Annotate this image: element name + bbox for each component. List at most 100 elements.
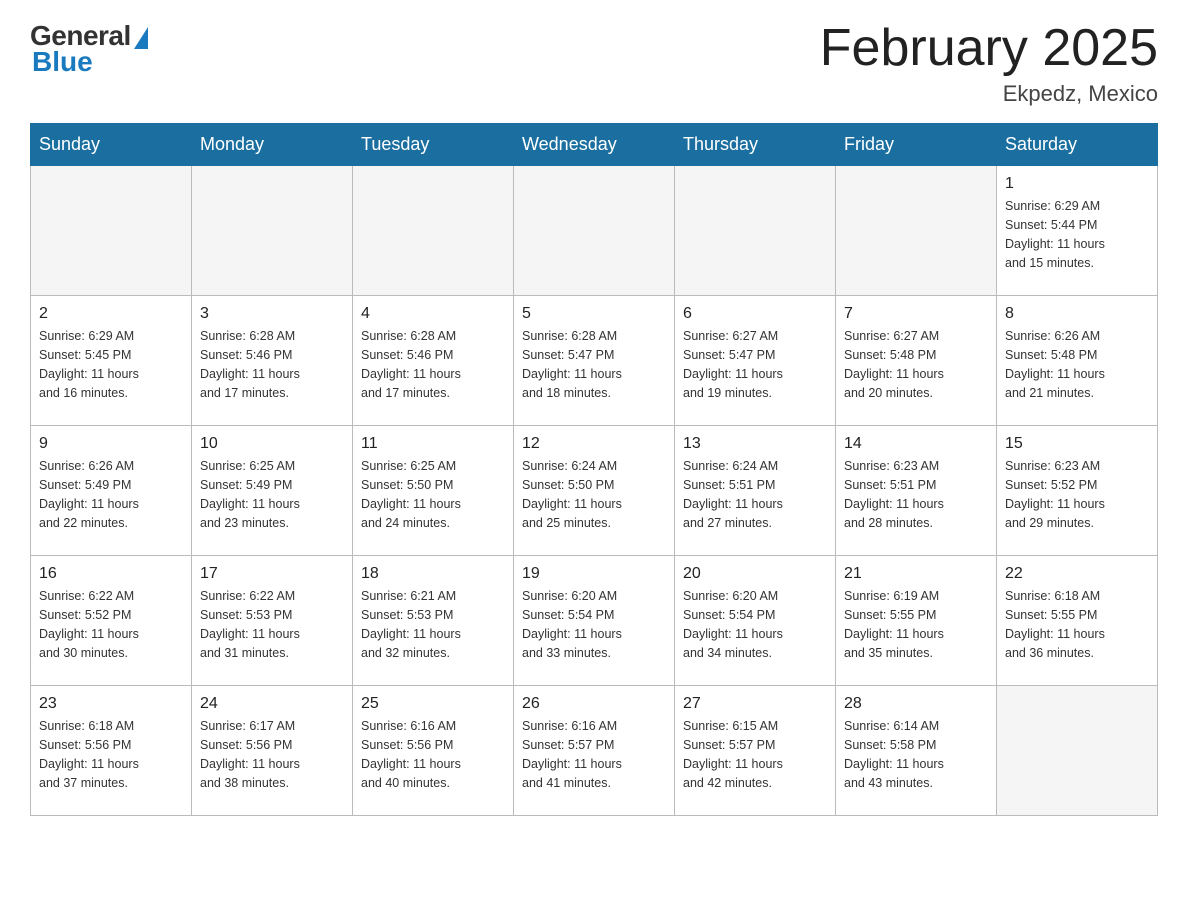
day-number: 24	[200, 692, 344, 715]
day-number: 6	[683, 302, 827, 325]
table-row: 25Sunrise: 6:16 AMSunset: 5:56 PMDayligh…	[353, 686, 514, 816]
page-header: General Blue February 2025 Ekpedz, Mexic…	[30, 20, 1158, 107]
table-row	[31, 166, 192, 296]
day-number: 25	[361, 692, 505, 715]
day-number: 18	[361, 562, 505, 585]
table-row: 6Sunrise: 6:27 AMSunset: 5:47 PMDaylight…	[675, 296, 836, 426]
logo-blue-text: Blue	[30, 46, 93, 78]
day-number: 15	[1005, 432, 1149, 455]
col-wednesday: Wednesday	[514, 124, 675, 166]
table-row: 11Sunrise: 6:25 AMSunset: 5:50 PMDayligh…	[353, 426, 514, 556]
table-row	[353, 166, 514, 296]
day-info: Sunrise: 6:25 AMSunset: 5:49 PMDaylight:…	[200, 457, 344, 532]
table-row: 3Sunrise: 6:28 AMSunset: 5:46 PMDaylight…	[192, 296, 353, 426]
day-number: 26	[522, 692, 666, 715]
day-info: Sunrise: 6:28 AMSunset: 5:47 PMDaylight:…	[522, 327, 666, 402]
day-info: Sunrise: 6:28 AMSunset: 5:46 PMDaylight:…	[200, 327, 344, 402]
day-info: Sunrise: 6:16 AMSunset: 5:56 PMDaylight:…	[361, 717, 505, 792]
day-info: Sunrise: 6:29 AMSunset: 5:45 PMDaylight:…	[39, 327, 183, 402]
day-number: 23	[39, 692, 183, 715]
day-info: Sunrise: 6:14 AMSunset: 5:58 PMDaylight:…	[844, 717, 988, 792]
table-row: 5Sunrise: 6:28 AMSunset: 5:47 PMDaylight…	[514, 296, 675, 426]
day-number: 20	[683, 562, 827, 585]
col-thursday: Thursday	[675, 124, 836, 166]
table-row: 2Sunrise: 6:29 AMSunset: 5:45 PMDaylight…	[31, 296, 192, 426]
table-row	[997, 686, 1158, 816]
day-info: Sunrise: 6:24 AMSunset: 5:50 PMDaylight:…	[522, 457, 666, 532]
logo: General Blue	[30, 20, 148, 78]
calendar-week-row: 16Sunrise: 6:22 AMSunset: 5:52 PMDayligh…	[31, 556, 1158, 686]
day-number: 8	[1005, 302, 1149, 325]
table-row: 4Sunrise: 6:28 AMSunset: 5:46 PMDaylight…	[353, 296, 514, 426]
table-row	[836, 166, 997, 296]
day-info: Sunrise: 6:19 AMSunset: 5:55 PMDaylight:…	[844, 587, 988, 662]
month-title: February 2025	[820, 20, 1158, 77]
day-info: Sunrise: 6:22 AMSunset: 5:52 PMDaylight:…	[39, 587, 183, 662]
table-row: 12Sunrise: 6:24 AMSunset: 5:50 PMDayligh…	[514, 426, 675, 556]
day-info: Sunrise: 6:16 AMSunset: 5:57 PMDaylight:…	[522, 717, 666, 792]
col-tuesday: Tuesday	[353, 124, 514, 166]
logo-triangle-icon	[134, 27, 148, 49]
day-info: Sunrise: 6:15 AMSunset: 5:57 PMDaylight:…	[683, 717, 827, 792]
table-row: 24Sunrise: 6:17 AMSunset: 5:56 PMDayligh…	[192, 686, 353, 816]
day-number: 1	[1005, 172, 1149, 195]
table-row: 22Sunrise: 6:18 AMSunset: 5:55 PMDayligh…	[997, 556, 1158, 686]
day-number: 13	[683, 432, 827, 455]
day-number: 2	[39, 302, 183, 325]
calendar-week-row: 1Sunrise: 6:29 AMSunset: 5:44 PMDaylight…	[31, 166, 1158, 296]
table-row: 27Sunrise: 6:15 AMSunset: 5:57 PMDayligh…	[675, 686, 836, 816]
calendar-table: Sunday Monday Tuesday Wednesday Thursday…	[30, 123, 1158, 816]
location-subtitle: Ekpedz, Mexico	[820, 81, 1158, 107]
day-info: Sunrise: 6:23 AMSunset: 5:52 PMDaylight:…	[1005, 457, 1149, 532]
day-number: 14	[844, 432, 988, 455]
day-info: Sunrise: 6:21 AMSunset: 5:53 PMDaylight:…	[361, 587, 505, 662]
day-info: Sunrise: 6:20 AMSunset: 5:54 PMDaylight:…	[683, 587, 827, 662]
day-number: 17	[200, 562, 344, 585]
table-row: 26Sunrise: 6:16 AMSunset: 5:57 PMDayligh…	[514, 686, 675, 816]
day-info: Sunrise: 6:18 AMSunset: 5:56 PMDaylight:…	[39, 717, 183, 792]
table-row: 20Sunrise: 6:20 AMSunset: 5:54 PMDayligh…	[675, 556, 836, 686]
day-number: 16	[39, 562, 183, 585]
day-info: Sunrise: 6:17 AMSunset: 5:56 PMDaylight:…	[200, 717, 344, 792]
table-row	[675, 166, 836, 296]
table-row	[192, 166, 353, 296]
table-row: 17Sunrise: 6:22 AMSunset: 5:53 PMDayligh…	[192, 556, 353, 686]
calendar-header-row: Sunday Monday Tuesday Wednesday Thursday…	[31, 124, 1158, 166]
table-row: 21Sunrise: 6:19 AMSunset: 5:55 PMDayligh…	[836, 556, 997, 686]
col-saturday: Saturday	[997, 124, 1158, 166]
table-row: 7Sunrise: 6:27 AMSunset: 5:48 PMDaylight…	[836, 296, 997, 426]
table-row: 14Sunrise: 6:23 AMSunset: 5:51 PMDayligh…	[836, 426, 997, 556]
col-monday: Monday	[192, 124, 353, 166]
day-info: Sunrise: 6:26 AMSunset: 5:48 PMDaylight:…	[1005, 327, 1149, 402]
table-row: 23Sunrise: 6:18 AMSunset: 5:56 PMDayligh…	[31, 686, 192, 816]
col-friday: Friday	[836, 124, 997, 166]
table-row: 8Sunrise: 6:26 AMSunset: 5:48 PMDaylight…	[997, 296, 1158, 426]
col-sunday: Sunday	[31, 124, 192, 166]
day-info: Sunrise: 6:22 AMSunset: 5:53 PMDaylight:…	[200, 587, 344, 662]
day-info: Sunrise: 6:26 AMSunset: 5:49 PMDaylight:…	[39, 457, 183, 532]
day-number: 28	[844, 692, 988, 715]
day-info: Sunrise: 6:23 AMSunset: 5:51 PMDaylight:…	[844, 457, 988, 532]
day-number: 11	[361, 432, 505, 455]
table-row: 10Sunrise: 6:25 AMSunset: 5:49 PMDayligh…	[192, 426, 353, 556]
day-number: 19	[522, 562, 666, 585]
day-number: 22	[1005, 562, 1149, 585]
table-row: 9Sunrise: 6:26 AMSunset: 5:49 PMDaylight…	[31, 426, 192, 556]
day-info: Sunrise: 6:27 AMSunset: 5:48 PMDaylight:…	[844, 327, 988, 402]
day-number: 9	[39, 432, 183, 455]
day-number: 7	[844, 302, 988, 325]
table-row: 13Sunrise: 6:24 AMSunset: 5:51 PMDayligh…	[675, 426, 836, 556]
table-row: 19Sunrise: 6:20 AMSunset: 5:54 PMDayligh…	[514, 556, 675, 686]
table-row: 16Sunrise: 6:22 AMSunset: 5:52 PMDayligh…	[31, 556, 192, 686]
table-row: 15Sunrise: 6:23 AMSunset: 5:52 PMDayligh…	[997, 426, 1158, 556]
title-section: February 2025 Ekpedz, Mexico	[820, 20, 1158, 107]
day-info: Sunrise: 6:28 AMSunset: 5:46 PMDaylight:…	[361, 327, 505, 402]
day-info: Sunrise: 6:29 AMSunset: 5:44 PMDaylight:…	[1005, 197, 1149, 272]
day-number: 5	[522, 302, 666, 325]
day-number: 4	[361, 302, 505, 325]
table-row: 1Sunrise: 6:29 AMSunset: 5:44 PMDaylight…	[997, 166, 1158, 296]
table-row	[514, 166, 675, 296]
day-info: Sunrise: 6:24 AMSunset: 5:51 PMDaylight:…	[683, 457, 827, 532]
table-row: 18Sunrise: 6:21 AMSunset: 5:53 PMDayligh…	[353, 556, 514, 686]
day-info: Sunrise: 6:20 AMSunset: 5:54 PMDaylight:…	[522, 587, 666, 662]
